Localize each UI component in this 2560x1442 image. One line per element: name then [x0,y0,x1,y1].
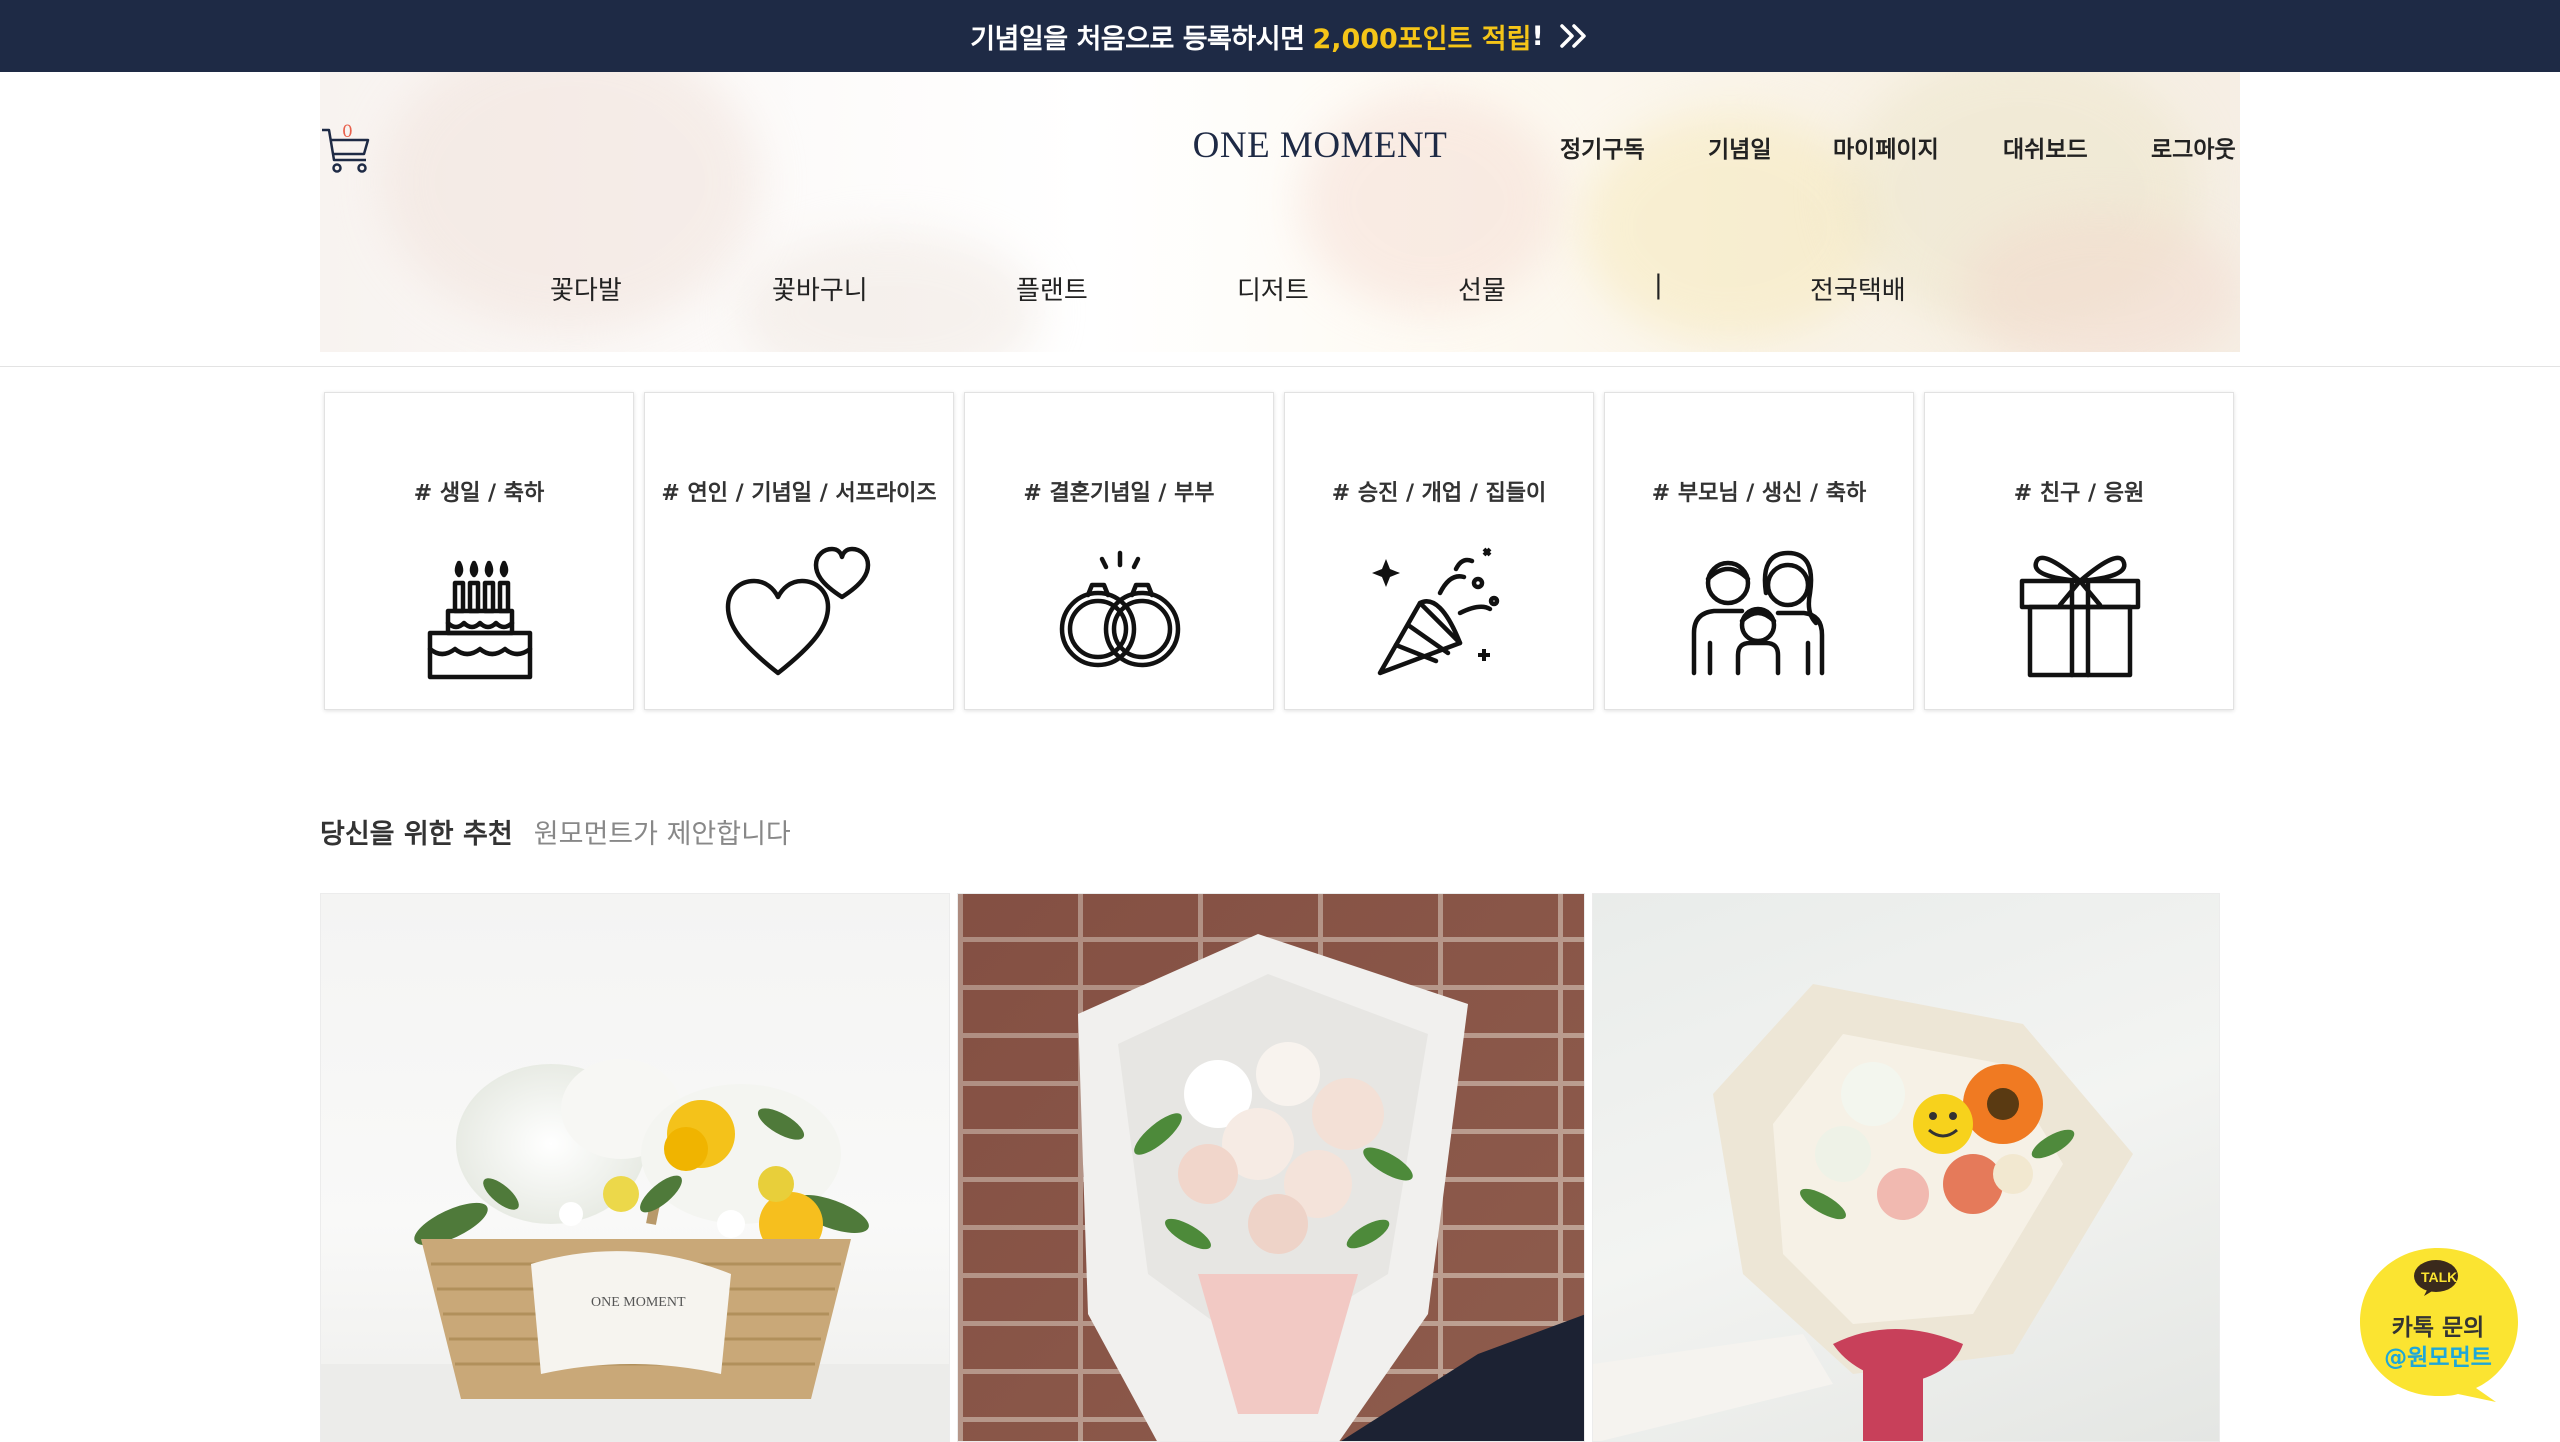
main-nav: 꽃다발 꽃바구니 플랜트 디저트 선물 | 전국택배 [320,270,2240,306]
cart-button[interactable]: 0 [320,120,372,174]
top-promo-banner[interactable]: 기념일을 처음으로 등록하시면 2,000포인트 적립 ! [0,0,2560,72]
party-popper-icon [1372,547,1500,676]
category-cards: # 생일 / 축하 # 연인 / 기념일 / 서프라이즈 # 결혼기념일 / 부… [324,392,2238,712]
banner-suffix: ! [1531,20,1544,52]
kakao-badge-text: TALK [2421,1269,2457,1285]
basket-arrangement-image: ONE MOMENT [321,1059,949,1441]
link-dashboard[interactable]: 대쉬보드 [2003,130,2088,164]
white-bouquet-image [1078,934,1584,1441]
banner-highlight: 2,000포인트 적립 [1312,23,1532,55]
header-background-image [320,72,2240,352]
top-links: 정기구독 기념일 마이페이지 대쉬보드 로그아웃 [1540,130,2240,164]
kakao-label: 카톡 문의 [2391,1315,2485,1341]
site-header: 0 ONE MOMENT 정기구독 기념일 마이페이지 대쉬보드 로그아웃 꽃다… [0,72,2560,367]
category-card-lovers[interactable]: # 연인 / 기념일 / 서프라이즈 [644,392,954,710]
product-card-basket[interactable]: ONE MOMENT [320,893,950,1442]
recommend-subtitle: 원모먼트가 제안합니다 [533,819,791,850]
product-card-smiley-bouquet[interactable] [1592,893,2220,1442]
kakao-account: @원모먼트 [2384,1345,2492,1371]
recommend-title: 당신을 위한 추천 [320,819,513,850]
ribbon-text: ONE MOMENT [591,1295,686,1310]
site-logo[interactable]: ONE MOMENT [1080,124,1560,167]
product-card-white-bouquet[interactable] [957,893,1585,1442]
product-list: ONE MOMENT [320,893,2220,1442]
category-card-promotion[interactable]: # 승진 / 개업 / 집들이 [1284,392,1594,710]
link-mypage[interactable]: 마이페이지 [1833,130,1939,164]
gift-box-icon [2019,555,2141,678]
nav-item-gift[interactable]: 선물 [1458,270,1506,307]
category-card-parents[interactable]: # 부모님 / 생신 / 축하 [1604,392,1914,710]
category-label: # 연인 / 기념일 / 서프라이즈 [661,481,937,506]
recommend-heading: 당신을 위한 추천 원모먼트가 제안합니다 [320,812,791,852]
nav-item-dessert[interactable]: 디저트 [1237,270,1309,307]
hearts-icon [725,546,871,676]
nav-item-plant[interactable]: 플랜트 [1016,270,1088,307]
double-chevron-right-icon [1560,24,1586,48]
birthday-cake-icon [427,560,533,680]
nav-item-bouquet[interactable]: 꽃다발 [550,270,622,307]
link-subscription[interactable]: 정기구독 [1560,130,1645,164]
nav-item-nationwide-delivery[interactable]: 전국택배 [1810,270,1906,307]
smiley-bouquet-image [1593,984,2133,1441]
category-label: # 승진 / 개업 / 집들이 [1331,481,1547,506]
banner-text: 기념일을 처음으로 등록하시면 [970,23,1305,55]
nav-item-basket[interactable]: 꽃바구니 [772,270,868,307]
category-label: # 부모님 / 생신 / 축하 [1651,481,1867,506]
wedding-rings-icon [1059,550,1181,668]
category-card-wedding[interactable]: # 결혼기념일 / 부부 [964,392,1274,710]
category-label: # 결혼기념일 / 부부 [1023,481,1215,506]
category-card-birthday[interactable]: # 생일 / 축하 [324,392,634,710]
family-icon [1691,550,1825,676]
category-label: # 친구 / 응원 [2013,481,2145,506]
cart-count: 0 [342,122,353,142]
link-anniversary[interactable]: 기념일 [1708,130,1771,164]
kakao-talk-button[interactable]: TALK 카톡 문의 @원모먼트 [2358,1244,2524,1404]
link-logout[interactable]: 로그아웃 [2151,130,2236,164]
category-label: # 생일 / 축하 [413,481,545,506]
category-card-friends[interactable]: # 친구 / 응원 [1924,392,2234,710]
nav-separator: | [1654,270,1663,300]
